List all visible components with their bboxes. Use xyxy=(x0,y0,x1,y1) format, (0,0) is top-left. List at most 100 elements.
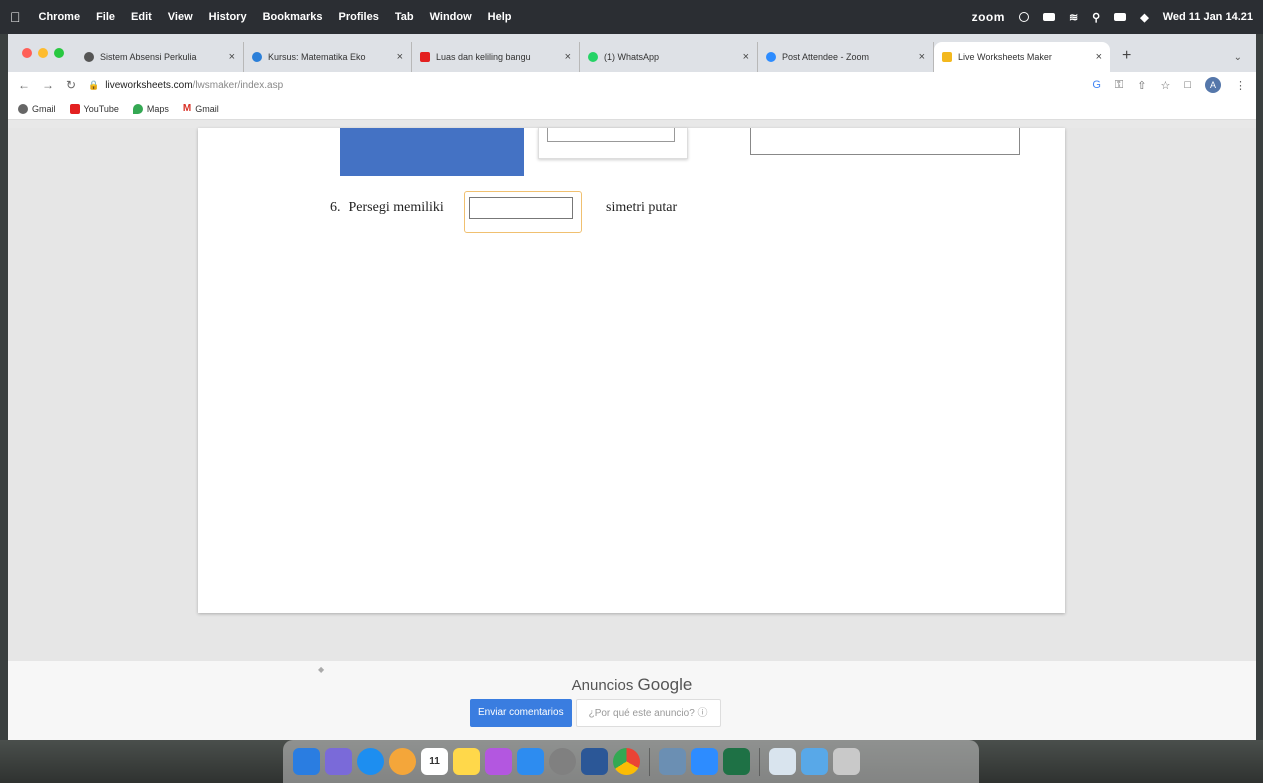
bookmark-youtube[interactable]: YouTube xyxy=(69,103,119,114)
ads-title-brand: Google xyxy=(637,675,693,694)
chrome-icon[interactable] xyxy=(613,748,640,775)
calendar-icon[interactable]: 11 xyxy=(421,748,448,775)
word-icon[interactable] xyxy=(581,748,608,775)
zoom-favicon-icon xyxy=(766,52,776,62)
tab-search-chevron-icon[interactable]: ⌄ xyxy=(1234,52,1242,63)
control-center-icon[interactable] xyxy=(1114,13,1127,21)
menu-profiles[interactable]: Profiles xyxy=(339,11,379,23)
siri-icon[interactable]: ◆ xyxy=(1140,11,1148,24)
menu-chrome[interactable]: Chrome xyxy=(39,11,81,23)
launchpad-icon[interactable] xyxy=(325,748,352,775)
folder-icon[interactable] xyxy=(801,748,828,775)
globe-icon xyxy=(18,103,28,114)
safari-icon[interactable] xyxy=(357,748,384,775)
forward-arrow-icon[interactable]: → xyxy=(42,78,54,92)
new-tab-plus-icon[interactable]: + xyxy=(1122,47,1131,65)
why-this-ad-button[interactable]: ¿Por qué este anuncio? ⓘ xyxy=(575,699,721,727)
close-tab-icon[interactable]: × xyxy=(1096,51,1102,63)
blue-square-shape xyxy=(340,128,524,176)
close-window-button[interactable] xyxy=(22,48,32,58)
app-store-icon[interactable] xyxy=(517,748,544,775)
system-preferences-icon[interactable] xyxy=(549,748,576,775)
close-tab-icon[interactable]: × xyxy=(919,51,925,63)
bookmark-gmail-2[interactable]: M Gmail xyxy=(183,103,219,114)
bookmark-label: Maps xyxy=(146,103,169,114)
tab-favicon-icon xyxy=(252,52,262,62)
question-6: 6. Persegi memiliki xyxy=(330,200,444,216)
menu-history[interactable]: History xyxy=(209,11,247,23)
menu-clock[interactable]: Wed 11 Jan 14.21 xyxy=(1163,11,1253,23)
notes-icon[interactable] xyxy=(453,748,480,775)
tab-kursus-matematika[interactable]: Kursus: Matematika Eko × xyxy=(244,42,412,72)
tab-sistem-absensi[interactable]: Sistem Absensi Perkulia × xyxy=(76,42,244,72)
close-tab-icon[interactable]: × xyxy=(397,51,403,63)
excel-icon[interactable] xyxy=(723,748,750,775)
macos-menu-bar:  Chrome File Edit View History Bookmark… xyxy=(0,0,1263,34)
lock-icon[interactable]: 🔒 xyxy=(88,80,99,91)
bookmark-label: Gmail xyxy=(32,103,56,114)
reload-icon[interactable]: ↻ xyxy=(66,78,76,92)
answer-field-partial-2[interactable] xyxy=(750,128,1020,155)
question-text: Persegi memiliki xyxy=(348,200,444,215)
back-arrow-icon[interactable]: ← xyxy=(18,78,30,92)
trash-icon[interactable] xyxy=(833,748,860,775)
answer-field-partial[interactable] xyxy=(547,128,675,142)
question-number: 6. xyxy=(330,200,341,215)
bookmark-label: YouTube xyxy=(83,103,119,114)
menu-file[interactable]: File xyxy=(96,11,115,23)
spotlight-search-icon[interactable]: ⚲ xyxy=(1092,11,1100,24)
gmail-icon: M xyxy=(182,103,192,114)
address-bar[interactable]: 🔒 liveworksheets.com/lwsmaker/index.asp xyxy=(88,75,1080,95)
zoom-status-icon[interactable]: zoom xyxy=(972,10,1005,24)
chrome-window: Sistem Absensi Perkulia × Kursus: Matema… xyxy=(8,34,1256,740)
tab-title: (1) WhatsApp xyxy=(604,52,660,62)
podcasts-icon[interactable] xyxy=(485,748,512,775)
tab-favicon-icon xyxy=(84,52,94,62)
bookmark-star-icon[interactable]: ☆ xyxy=(1160,79,1170,92)
youtube-favicon-icon xyxy=(420,52,430,62)
maps-pin-icon xyxy=(132,103,143,114)
close-tab-icon[interactable]: × xyxy=(743,51,749,63)
minimize-window-button[interactable] xyxy=(38,48,48,58)
tab-title: Kursus: Matematika Eko xyxy=(268,52,366,62)
tab-live-worksheets-maker[interactable]: Live Worksheets Maker × xyxy=(934,42,1110,72)
menu-bookmarks[interactable]: Bookmarks xyxy=(263,11,323,23)
zoom-window-button[interactable] xyxy=(54,48,64,58)
tab-whatsapp[interactable]: (1) WhatsApp × xyxy=(580,42,758,72)
bookmark-label: Gmail xyxy=(195,103,219,114)
google-ads-area: ◆ Anuncios Google Enviar comentarios ¿Po… xyxy=(8,661,1256,740)
screen-record-icon[interactable] xyxy=(1018,12,1029,22)
menu-edit[interactable]: Edit xyxy=(131,11,152,23)
photos-icon[interactable] xyxy=(389,748,416,775)
downloads-icon[interactable] xyxy=(769,748,796,775)
menu-view[interactable]: View xyxy=(168,11,193,23)
battery-icon[interactable] xyxy=(1042,13,1055,21)
tab-title: Live Worksheets Maker xyxy=(958,52,1052,62)
share-icon[interactable]: ⇧ xyxy=(1137,79,1146,92)
wifi-icon[interactable]: ≋ xyxy=(1069,11,1078,24)
google-lens-icon[interactable]: G xyxy=(1092,79,1101,91)
menu-window[interactable]: Window xyxy=(430,11,472,23)
preview-icon[interactable] xyxy=(659,748,686,775)
tab-post-attendee-zoom[interactable]: Post Attendee - Zoom × xyxy=(758,42,934,72)
answer-input-q6[interactable] xyxy=(469,197,573,219)
dock-separator xyxy=(759,747,760,776)
tab-luas-keliling[interactable]: Luas dan keliling bangu × xyxy=(412,42,580,72)
apple-menu-icon[interactable]:  xyxy=(10,9,21,25)
more-menu-icon[interactable]: ⋮ xyxy=(1235,79,1246,92)
close-tab-icon[interactable]: × xyxy=(565,51,571,63)
password-key-icon[interactable]: ⚿ xyxy=(1115,79,1123,92)
menu-tab[interactable]: Tab xyxy=(395,11,414,23)
side-panel-icon[interactable]: □ xyxy=(1184,79,1191,91)
tab-title: Sistem Absensi Perkulia xyxy=(100,52,197,62)
profile-avatar[interactable]: A xyxy=(1205,77,1221,93)
send-feedback-button[interactable]: Enviar comentarios xyxy=(470,699,572,727)
bookmark-gmail-1[interactable]: Gmail xyxy=(18,103,56,114)
tab-strip: Sistem Absensi Perkulia × Kursus: Matema… xyxy=(8,34,1256,72)
bookmark-maps[interactable]: Maps xyxy=(132,103,169,114)
menu-help[interactable]: Help xyxy=(488,11,512,23)
finder-icon[interactable] xyxy=(293,748,320,775)
zoom-icon[interactable] xyxy=(691,748,718,775)
close-tab-icon[interactable]: × xyxy=(229,51,235,63)
tab-title: Post Attendee - Zoom xyxy=(782,52,870,62)
